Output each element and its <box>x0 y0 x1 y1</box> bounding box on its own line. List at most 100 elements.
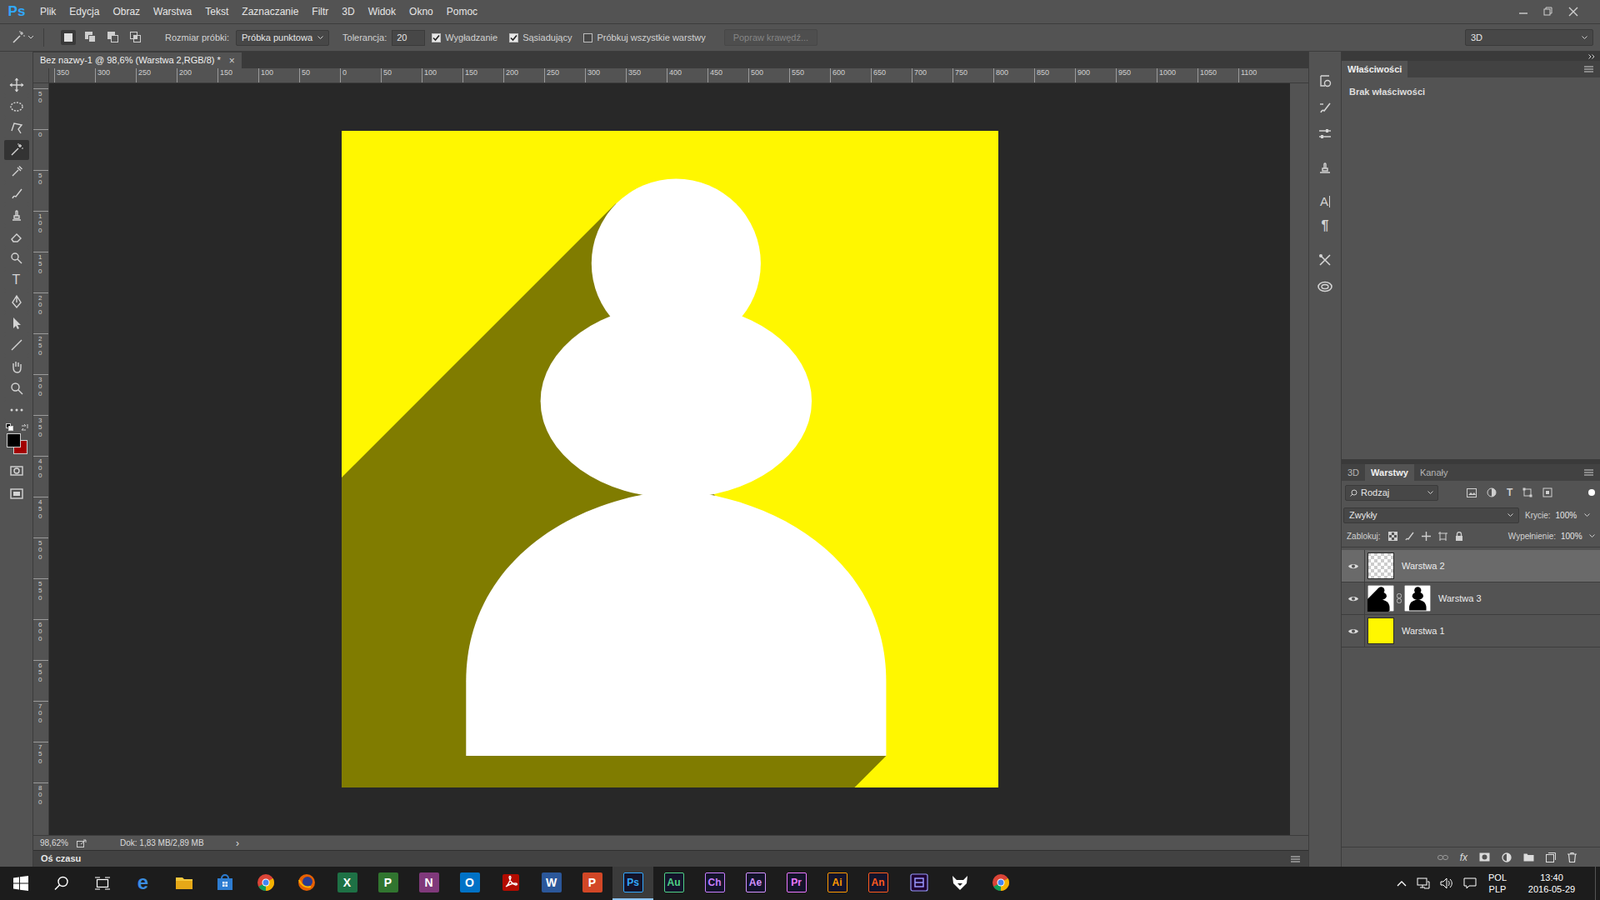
lock-transparency-icon[interactable] <box>1388 531 1398 541</box>
shape-filter-icon[interactable] <box>1522 487 1533 498</box>
brush-settings-icon[interactable] <box>1317 100 1333 115</box>
visibility-toggle[interactable] <box>1341 550 1365 582</box>
link-icon[interactable] <box>1437 854 1449 861</box>
language-indicator[interactable]: POL PLP <box>1486 871 1509 895</box>
intersect-selection-icon[interactable] <box>128 30 144 45</box>
tool-button[interactable] <box>4 96 30 117</box>
taskbar-app[interactable] <box>245 866 286 900</box>
new-layer-icon[interactable] <box>1545 852 1556 863</box>
tool-button[interactable] <box>4 75 30 95</box>
tool-button[interactable] <box>4 248 30 269</box>
checkbox[interactable] <box>583 33 593 43</box>
layers-tab[interactable]: Warstwy <box>1365 464 1415 481</box>
layer-row[interactable]: Warstwa 3 <box>1341 582 1600 615</box>
export-icon[interactable] <box>76 839 87 848</box>
tool-button[interactable] <box>4 378 30 399</box>
checkbox[interactable] <box>431 33 441 43</box>
new-selection-icon[interactable] <box>60 30 76 45</box>
checkbox-option[interactable]: Próbkuj wszystkie warstwy <box>583 30 705 45</box>
lock-all-icon[interactable] <box>1455 531 1464 541</box>
document-close[interactable]: × <box>229 53 235 69</box>
lock-pixels-icon[interactable] <box>1405 531 1415 541</box>
smart-filter-icon[interactable] <box>1542 487 1553 498</box>
taskbar-app[interactable]: N <box>408 866 450 900</box>
opacity-field[interactable]: 100% <box>1555 509 1585 522</box>
taskbar-app[interactable]: Ps <box>612 866 654 900</box>
checkbox-option[interactable]: Wygładzanie <box>431 30 498 45</box>
network-icon[interactable] <box>1416 877 1430 890</box>
notifications-icon[interactable] <box>1463 877 1477 890</box>
screenmode-icon[interactable] <box>4 485 30 504</box>
subtract-selection-icon[interactable] <box>105 30 121 45</box>
tool-button[interactable] <box>4 335 30 355</box>
fx-button[interactable]: fx <box>1460 852 1468 863</box>
menu-item[interactable]: Warstwa <box>146 0 199 23</box>
taskbar-app[interactable] <box>939 866 980 900</box>
menu-item[interactable]: Edycja <box>62 0 106 23</box>
search-button[interactable] <box>40 866 82 900</box>
minimize-icon[interactable] <box>1518 6 1529 17</box>
chevron-up-icon[interactable] <box>1396 880 1407 887</box>
tool-button[interactable]: T <box>4 270 30 290</box>
taskbar-app[interactable]: Ae <box>735 866 776 900</box>
filter-toggle[interactable] <box>1588 489 1595 496</box>
refine-edge-button[interactable]: Popraw krawędź... <box>724 29 818 46</box>
chevron-down-icon[interactable] <box>1584 513 1590 518</box>
taskbar-app[interactable] <box>285 866 327 900</box>
volume-icon[interactable] <box>1440 877 1454 890</box>
checkbox[interactable] <box>509 33 519 43</box>
menu-item[interactable]: Zaznaczanie <box>235 0 305 23</box>
timeline-title[interactable]: Oś czasu <box>40 851 81 866</box>
pixel-filter-icon[interactable] <box>1466 488 1477 498</box>
folder-icon[interactable] <box>1523 852 1535 862</box>
collapse-icon[interactable] <box>1588 54 1595 60</box>
menu-item[interactable]: Pomoc <box>440 0 485 23</box>
canvas[interactable] <box>49 83 1290 835</box>
trash-icon[interactable] <box>1567 852 1577 863</box>
paragraph-icon[interactable]: ¶ <box>1321 219 1330 233</box>
foreground-color-swatch[interactable] <box>6 433 21 448</box>
taskbar-app[interactable]: Au <box>653 866 695 900</box>
tool-button[interactable] <box>4 183 30 204</box>
taskbar-app[interactable] <box>204 866 245 900</box>
adjustments-icon[interactable] <box>1317 126 1333 142</box>
close-icon[interactable] <box>1568 6 1579 17</box>
adjustment-layer-icon[interactable] <box>1501 852 1512 863</box>
layer-name[interactable]: Warstwa 1 <box>1401 624 1445 639</box>
taskbar-app[interactable]: Pr <box>775 866 817 900</box>
properties-tab[interactable]: Właściwości <box>1341 60 1408 78</box>
taskbar-app[interactable]: P <box>571 866 613 900</box>
menu-item[interactable]: Filtr <box>305 0 335 23</box>
tool-button[interactable] <box>4 226 30 247</box>
checkbox-option[interactable]: Sąsiadujący <box>509 30 572 45</box>
tool-button[interactable] <box>4 356 30 377</box>
history-icon[interactable] <box>1317 73 1333 89</box>
fill-field[interactable]: 100% <box>1560 530 1590 543</box>
visibility-toggle[interactable] <box>1341 615 1365 647</box>
taskbar-app[interactable]: O <box>449 866 490 900</box>
zoom-level[interactable]: 98,62% <box>40 836 77 850</box>
taskbar-app[interactable]: An <box>857 866 899 900</box>
blend-mode-dropdown[interactable]: Zwykły <box>1343 507 1520 524</box>
panel-menu-icon[interactable] <box>1584 469 1594 476</box>
layer-name[interactable]: Warstwa 2 <box>1401 559 1445 574</box>
tool-button[interactable] <box>4 118 30 139</box>
taskbar-app[interactable] <box>980 866 1021 900</box>
tool-presets-icon[interactable] <box>1317 252 1333 268</box>
taskbar-app[interactable]: e <box>122 866 164 900</box>
layer-row[interactable]: Warstwa 1 <box>1341 615 1600 648</box>
layers-tab[interactable]: 3D <box>1341 464 1365 481</box>
clone-source-icon[interactable] <box>1317 160 1333 175</box>
lock-artboard-icon[interactable] <box>1438 531 1448 541</box>
swap-colors-icon[interactable] <box>20 423 29 431</box>
menu-item[interactable]: Obraz <box>105 0 147 23</box>
chain-icon[interactable] <box>1396 593 1402 604</box>
character-icon[interactable]: A <box>1320 195 1330 208</box>
quickmask-icon[interactable] <box>4 461 30 480</box>
tool-preset[interactable] <box>0 30 44 45</box>
task-view-button[interactable] <box>81 866 123 900</box>
tool-button[interactable] <box>4 205 30 225</box>
libraries-icon[interactable] <box>1316 279 1334 293</box>
taskbar-app[interactable] <box>163 866 205 900</box>
tool-button[interactable] <box>4 140 30 160</box>
